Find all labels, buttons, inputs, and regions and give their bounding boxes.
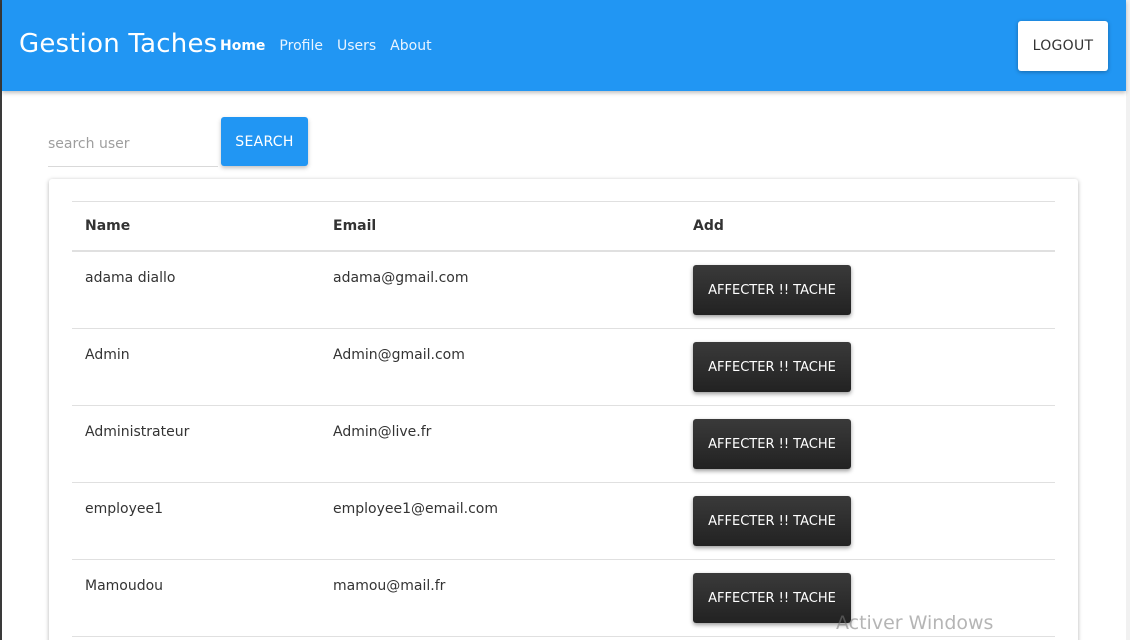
assign-task-button[interactable]: AFFECTER !! TACHE [693, 342, 851, 392]
scrollbar-track[interactable] [1126, 0, 1130, 640]
user-email-cell: adama@gmail.com [333, 270, 469, 286]
table-row: Administrateur Admin@live.fr AFFECTER !!… [72, 406, 1055, 483]
user-email-cell: employee1@email.com [333, 501, 498, 517]
logout-button[interactable]: LOGOUT [1018, 21, 1108, 71]
user-name-cell: adama diallo [85, 270, 176, 286]
table-row: Admin Admin@gmail.com AFFECTER !! TACHE [72, 329, 1055, 406]
nav-link-about[interactable]: About [390, 38, 431, 54]
nav-link-home[interactable]: Home [220, 38, 265, 54]
header-name: Name [85, 218, 131, 234]
user-name-cell: Mamoudou [85, 578, 164, 594]
user-name-cell: Admin [85, 347, 130, 363]
brand-title[interactable]: Gestion Taches [19, 29, 217, 59]
assign-task-button[interactable]: AFFECTER !! TACHE [693, 265, 851, 315]
user-email-cell: mamou@mail.fr [333, 578, 446, 594]
table-row: employee1 employee1@email.com AFFECTER !… [72, 483, 1055, 560]
users-table: Name Email Add adama diallo adama@gmail.… [72, 201, 1055, 637]
user-name-cell: employee1 [85, 501, 164, 517]
user-email-cell: Admin@gmail.com [333, 347, 465, 363]
table-header: Name Email Add [72, 202, 1055, 252]
user-name-cell: Administrateur [85, 424, 190, 440]
assign-task-button[interactable]: AFFECTER !! TACHE [693, 496, 851, 546]
assign-task-button[interactable]: AFFECTER !! TACHE [693, 419, 851, 469]
users-card: Name Email Add adama diallo adama@gmail.… [49, 179, 1078, 640]
search-button[interactable]: SEARCH [221, 117, 308, 166]
nav-link-users[interactable]: Users [337, 38, 376, 54]
search-user-input[interactable] [48, 122, 218, 167]
top-navbar: Gestion Taches Home Profile Users About … [2, 0, 1126, 91]
nav-links: Home Profile Users About [220, 38, 446, 54]
app-window: Gestion Taches Home Profile Users About … [0, 0, 1130, 640]
header-email: Email [333, 218, 377, 234]
assign-task-button[interactable]: AFFECTER !! TACHE [693, 573, 851, 623]
user-email-cell: Admin@live.fr [333, 424, 432, 440]
window-edge-left [0, 0, 2, 640]
nav-link-profile[interactable]: Profile [279, 38, 323, 54]
windows-activation-watermark: Activer Windows [836, 612, 994, 634]
table-row: adama diallo adama@gmail.com AFFECTER !!… [72, 252, 1055, 329]
header-add: Add [693, 218, 724, 234]
